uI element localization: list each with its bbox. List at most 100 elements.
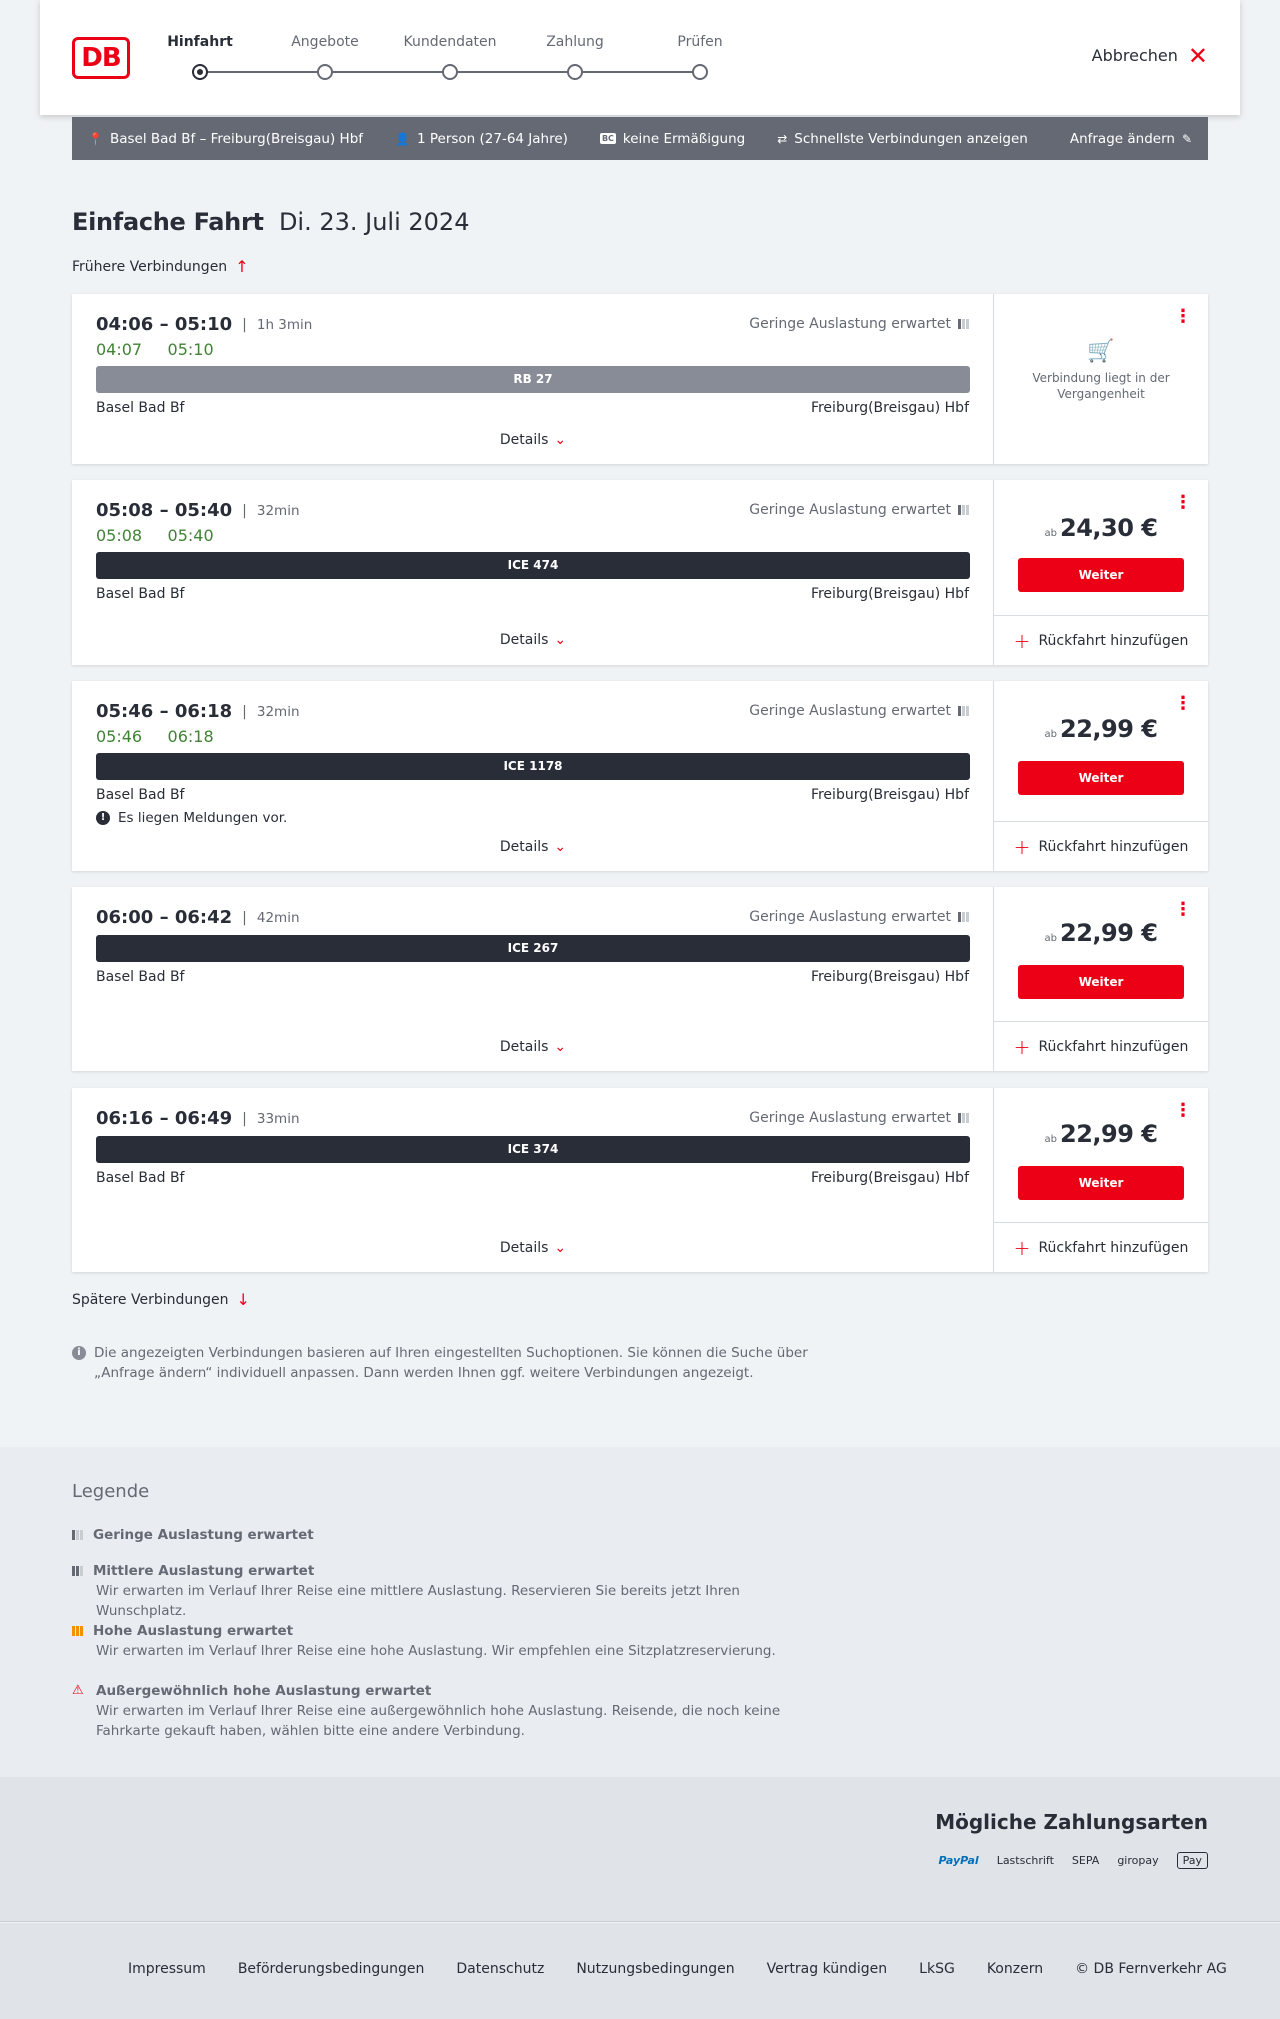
- details-label: Details: [499, 632, 549, 648]
- progress-stepper: Hinfahrt Angebote Kundendaten Zahlung Pr…: [167, 34, 735, 84]
- arrow-down-icon: ↓: [236, 1290, 250, 1309]
- price-prefix: ab: [1044, 528, 1057, 539]
- details-toggle[interactable]: Details ⌄: [72, 1240, 994, 1256]
- step-label: Hinfahrt: [167, 34, 233, 50]
- footer-link-cancel-contract[interactable]: Vertrag kündigen: [767, 1961, 888, 1977]
- change-request-label: Anfrage ändern: [1069, 130, 1175, 147]
- cart-unavailable-icon: 🛒: [1087, 339, 1115, 364]
- occupancy-text: Geringe Auslastung erwartet: [749, 316, 951, 332]
- footer-link-privacy[interactable]: Datenschutz: [456, 1961, 544, 1977]
- details-toggle[interactable]: Details ⌄: [72, 632, 994, 648]
- info-icon: i: [72, 1346, 86, 1360]
- trip-type: Einfache Fahrt: [72, 208, 264, 236]
- connection-card[interactable]: 04:06 – 05:10 | 1h 3min 04:07 05:10 Gering…: [72, 294, 1208, 464]
- train-bar[interactable]: ICE 374: [96, 1136, 970, 1163]
- add-return-button[interactable]: + Rückfahrt hinzufügen: [994, 1222, 1208, 1272]
- person-icon: 👤: [395, 131, 410, 146]
- train-bar[interactable]: ICE 267: [96, 935, 970, 962]
- more-options-icon[interactable]: ⋮: [1174, 494, 1192, 512]
- legend-item-description: Wir erwarten im Verlauf Ihrer Reise eine…: [96, 1583, 740, 1619]
- later-label: Spätere Verbindungen: [72, 1291, 229, 1308]
- info-text: Die angezeigten Verbindungen basieren au…: [94, 1345, 808, 1381]
- more-options-icon[interactable]: ⋮: [1174, 901, 1192, 919]
- step-angebote[interactable]: Angebote: [270, 34, 380, 80]
- chevron-down-icon: ⌄: [554, 1039, 567, 1055]
- disruption-notice[interactable]: ! Es liegen Meldungen vor.: [96, 810, 287, 826]
- more-options-icon[interactable]: ⋮: [1174, 1102, 1192, 1120]
- connection-times: 04:06 – 05:10 | 1h 3min: [96, 314, 313, 335]
- occupancy-exceptional-icon: ⚠: [72, 1683, 84, 1698]
- step-dot: [567, 64, 583, 80]
- abort-button[interactable]: Abbrechen ✕: [1092, 41, 1208, 70]
- realtime-times: 05:46 06:18: [96, 727, 214, 746]
- footer-link-terms[interactable]: Beförderungsbedingungen: [238, 1961, 425, 1977]
- step-dot: [692, 64, 708, 80]
- legend-item-exceptional: ⚠ Außergewöhnlich hohe Auslastung erwarte…: [72, 1681, 832, 1741]
- duration: 42min: [256, 909, 300, 926]
- legend-item-description: Wir erwarten im Verlauf Ihrer Reise eine…: [96, 1703, 781, 1739]
- change-request-button[interactable]: Anfrage ändern ✎: [1070, 131, 1192, 147]
- legend-item-low: Geringe Auslastung erwartet: [72, 1525, 314, 1545]
- connection-card[interactable]: 05:08 – 05:40 | 32min 05:08 05:40 Geringe …: [72, 480, 1208, 665]
- occupancy-info: Geringe Auslastung erwartet: [749, 316, 969, 332]
- step-dot: [317, 64, 333, 80]
- connection-info: 06:16 – 06:49 | 33min Geringe Auslastung e…: [72, 1088, 994, 1272]
- legend-item-medium: Mittlere Auslastung erwartet Wir erwarte…: [72, 1561, 832, 1621]
- duration: 1h 3min: [256, 316, 313, 333]
- step-pruefen: Prüfen: [645, 34, 755, 80]
- continue-button[interactable]: Weiter: [1018, 965, 1184, 999]
- footer-link-konzern[interactable]: Konzern: [987, 1961, 1043, 1977]
- details-toggle[interactable]: Details ⌄: [72, 1039, 994, 1055]
- occupancy-low-icon: [958, 505, 969, 515]
- connection-info: 05:46 – 06:18 | 32min 05:46 06:18 Geringe …: [72, 681, 994, 871]
- connection-times: 06:16 – 06:49 | 33min: [96, 1108, 300, 1129]
- train-bar[interactable]: RB 27: [96, 366, 970, 393]
- details-toggle[interactable]: Details ⌄: [72, 432, 994, 448]
- continue-button[interactable]: Weiter: [1018, 558, 1184, 592]
- search-summary-bar: 📍 Basel Bad Bf – Freiburg(Breisgau) Hbf 👤…: [72, 117, 1208, 160]
- realtime-departure: 05:46: [96, 727, 143, 746]
- arrival-time: 05:40: [174, 500, 233, 521]
- add-return-button[interactable]: + Rückfahrt hinzufügen: [994, 1021, 1208, 1071]
- train-bar[interactable]: ICE 1178: [96, 753, 970, 780]
- price-value: 24,30 €: [1060, 514, 1158, 542]
- chevron-down-icon: ⌄: [554, 432, 567, 448]
- db-logo[interactable]: DB: [72, 37, 130, 79]
- footer-link-lksg[interactable]: LkSG: [919, 1961, 955, 1977]
- price-prefix: ab: [1044, 933, 1057, 944]
- destination-station: Freiburg(Breisgau) Hbf: [810, 787, 969, 803]
- add-return-button[interactable]: + Rückfahrt hinzufügen: [994, 615, 1208, 665]
- origin-station: Basel Bad Bf: [96, 787, 185, 803]
- connection-card[interactable]: 05:46 – 06:18 | 32min 05:46 06:18 Geringe …: [72, 681, 1208, 871]
- discount-text: keine Ermäßigung: [622, 130, 746, 147]
- arrival-time: 06:42: [174, 907, 233, 928]
- more-options-icon[interactable]: ⋮: [1174, 308, 1192, 326]
- earlier-connections-link[interactable]: Frühere Verbindungen ↑: [72, 257, 249, 276]
- train-bar[interactable]: ICE 474: [96, 552, 970, 579]
- chevron-down-icon: ⌄: [554, 1240, 567, 1256]
- details-toggle[interactable]: Details ⌄: [72, 839, 994, 855]
- connection-card[interactable]: 06:00 – 06:42 | 42min Geringe Auslastung e…: [72, 887, 1208, 1071]
- continue-button[interactable]: Weiter: [1018, 761, 1184, 795]
- arrow-up-icon: ↑: [235, 257, 249, 276]
- more-options-icon[interactable]: ⋮: [1174, 695, 1192, 713]
- paypal-icon: PayPal: [938, 1854, 979, 1867]
- connection-offer: ⋮ ab 22,99 € Weiter + Rückfahrt hinzufügen: [994, 681, 1208, 871]
- step-label: Prüfen: [677, 34, 723, 50]
- close-icon: ✕: [1187, 41, 1208, 70]
- add-return-button[interactable]: + Rückfahrt hinzufügen: [994, 821, 1208, 871]
- later-connections-link[interactable]: Spätere Verbindungen ↓: [72, 1290, 250, 1309]
- connection-card[interactable]: 06:16 – 06:49 | 33min Geringe Auslastung e…: [72, 1088, 1208, 1272]
- footer-link-usage[interactable]: Nutzungsbedingungen: [576, 1961, 734, 1977]
- footer-link-impressum[interactable]: Impressum: [128, 1961, 206, 1977]
- add-return-label: Rückfahrt hinzufügen: [1038, 838, 1189, 855]
- route-text: Basel Bad Bf – Freiburg(Breisgau) Hbf: [109, 130, 364, 147]
- departure-time: 06:16: [96, 1108, 154, 1129]
- fastest-toggle[interactable]: ⇄ Schnellste Verbindungen anzeigen: [777, 131, 1028, 147]
- earlier-label: Frühere Verbindungen: [72, 258, 228, 275]
- arrival-time: 06:49: [174, 1108, 233, 1129]
- continue-button[interactable]: Weiter: [1018, 1166, 1184, 1200]
- disruption-text: Es liegen Meldungen vor.: [118, 810, 288, 826]
- step-label: Angebote: [291, 34, 359, 50]
- plus-icon: +: [1013, 834, 1031, 859]
